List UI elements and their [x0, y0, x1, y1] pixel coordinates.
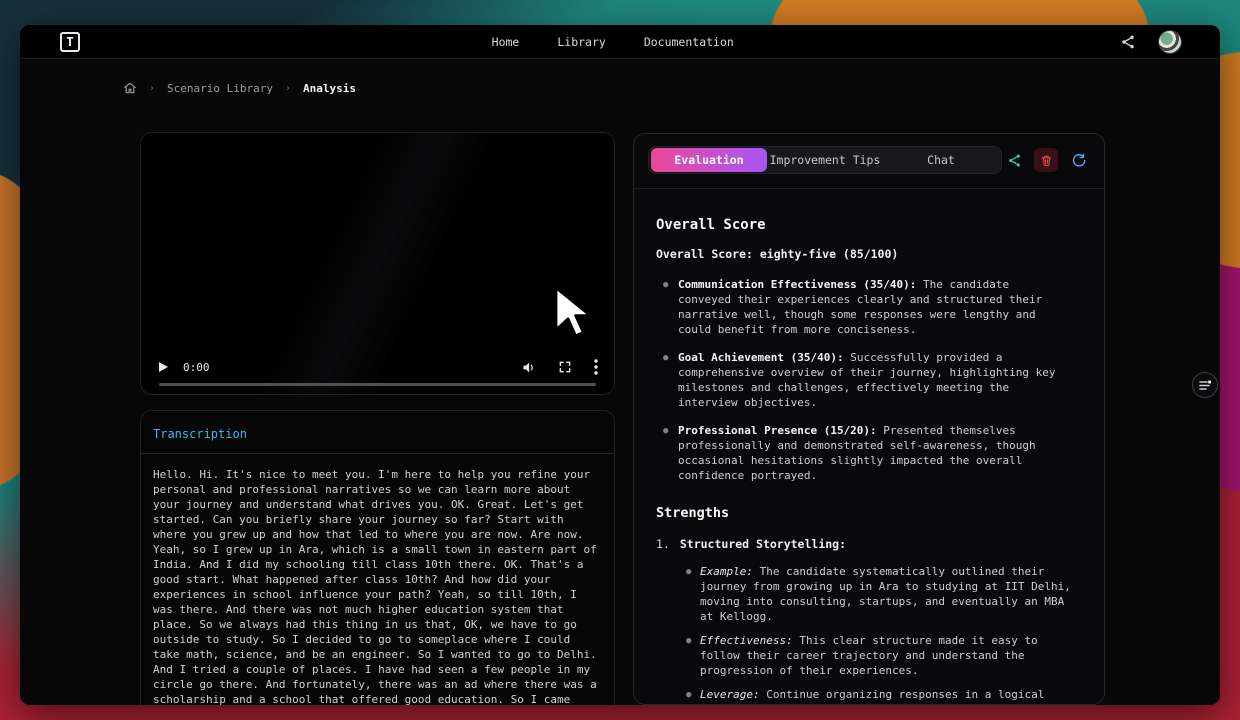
- list-item: ● Effectiveness: This clear structure ma…: [656, 633, 1080, 678]
- top-navbar: T Home Library Documentation: [20, 25, 1220, 59]
- bullet-lead: Example:: [700, 565, 753, 578]
- nav-links: Home Library Documentation: [492, 35, 734, 49]
- bullet-lead: Communication Effectiveness (35/40):: [678, 278, 916, 291]
- strength-item-label: Structured Storytelling:: [680, 537, 846, 551]
- tab-bar: Evaluation Improvement Tips Chat: [648, 146, 1002, 174]
- list-item: ● Example: The candidate systematically …: [656, 564, 1080, 624]
- nav-item-home[interactable]: Home: [492, 35, 520, 49]
- bullet-dot: ●: [663, 278, 668, 293]
- video-progress-bar[interactable]: [159, 383, 596, 386]
- refresh-icon: [1071, 153, 1086, 168]
- list-item: ● Professional Presence (15/20): Present…: [656, 423, 1068, 483]
- overall-score-value: Overall Score: eighty-five (85/100): [656, 247, 1082, 261]
- panel-actions: [1002, 148, 1090, 172]
- transcription-title: Transcription: [141, 411, 614, 453]
- bullet-lead: Professional Presence (15/20):: [678, 424, 877, 437]
- nav-right-actions: [1120, 30, 1182, 54]
- volume-button[interactable]: [521, 360, 536, 375]
- video-player-card: 0:00: [140, 132, 615, 395]
- trash-icon: [1040, 154, 1053, 167]
- list-item: ● Leverage: Continue organizing response…: [656, 687, 1080, 704]
- transcription-card: Transcription Hello. Hi. It's nice to me…: [140, 410, 615, 705]
- transcription-text: Hello. Hi. It's nice to meet you. I'm he…: [141, 454, 614, 705]
- fullscreen-icon: [558, 360, 572, 374]
- strength-item-number: 1.: [656, 537, 670, 551]
- list-item: ● Communication Effectiveness (35/40): T…: [656, 277, 1068, 337]
- volume-icon: [521, 360, 536, 375]
- delete-button[interactable]: [1034, 148, 1058, 172]
- bullet-lead: Effectiveness:: [700, 634, 793, 647]
- bullet-dot: ●: [663, 351, 668, 366]
- panel-toggle-button[interactable]: [1192, 372, 1218, 398]
- tab-evaluation[interactable]: Evaluation: [651, 148, 767, 172]
- evaluation-panel: Evaluation Improvement Tips Chat: [633, 133, 1105, 705]
- desktop-background: T Home Library Documentation: [0, 0, 1240, 720]
- strength-details-list: ● Example: The candidate systematically …: [656, 564, 1082, 704]
- breadcrumb-separator: ›: [285, 83, 291, 94]
- share-evaluation-button[interactable]: [1002, 148, 1026, 172]
- user-avatar[interactable]: [1158, 30, 1182, 54]
- app-window: T Home Library Documentation: [20, 25, 1220, 705]
- tab-improvement-tips[interactable]: Improvement Tips: [767, 148, 883, 172]
- evaluation-content: Overall Score Overall Score: eighty-five…: [634, 189, 1104, 704]
- breadcrumb: › Scenario Library › Analysis: [123, 81, 356, 95]
- fullscreen-button[interactable]: [558, 360, 572, 374]
- video-controls-right: [521, 359, 598, 375]
- bullet-dot: ●: [686, 565, 691, 580]
- home-icon[interactable]: [123, 81, 137, 95]
- video-controls: 0:00: [141, 354, 614, 380]
- share-icon: [1007, 153, 1022, 168]
- play-icon: [157, 361, 169, 373]
- more-options-button[interactable]: [594, 359, 598, 375]
- share-icon: [1120, 34, 1136, 50]
- evaluation-panel-toolbar: Evaluation Improvement Tips Chat: [648, 146, 1090, 174]
- bullet-lead: Leverage:: [700, 688, 760, 701]
- bullet-dot: ●: [663, 424, 668, 439]
- bullet-text: The candidate systematically outlined th…: [700, 565, 1071, 623]
- breadcrumb-separator: ›: [149, 83, 155, 94]
- score-breakdown-list: ● Communication Effectiveness (35/40): T…: [656, 277, 1082, 483]
- strengths-heading: Strengths: [656, 505, 1082, 521]
- adjustments-icon: [1199, 380, 1212, 391]
- list-item: ● Goal Achievement (35/40): Successfully…: [656, 350, 1068, 410]
- breadcrumb-current-analysis: Analysis: [303, 82, 356, 95]
- refresh-button[interactable]: [1066, 148, 1090, 172]
- app-logo[interactable]: T: [60, 32, 80, 52]
- nav-item-library[interactable]: Library: [557, 35, 605, 49]
- breadcrumb-scenario-library[interactable]: Scenario Library: [167, 82, 273, 95]
- strength-item-title: 1. Structured Storytelling:: [656, 537, 1082, 551]
- nav-item-documentation[interactable]: Documentation: [644, 35, 734, 49]
- bullet-lead: Goal Achievement (35/40):: [678, 351, 844, 364]
- kebab-menu-icon: [594, 359, 598, 375]
- overall-score-heading: Overall Score: [656, 217, 1082, 233]
- bullet-dot: ●: [686, 688, 691, 703]
- tab-chat[interactable]: Chat: [883, 148, 999, 172]
- play-button[interactable]: [157, 361, 169, 373]
- bullet-dot: ●: [686, 634, 691, 649]
- video-time: 0:00: [183, 361, 210, 374]
- share-button[interactable]: [1120, 34, 1136, 50]
